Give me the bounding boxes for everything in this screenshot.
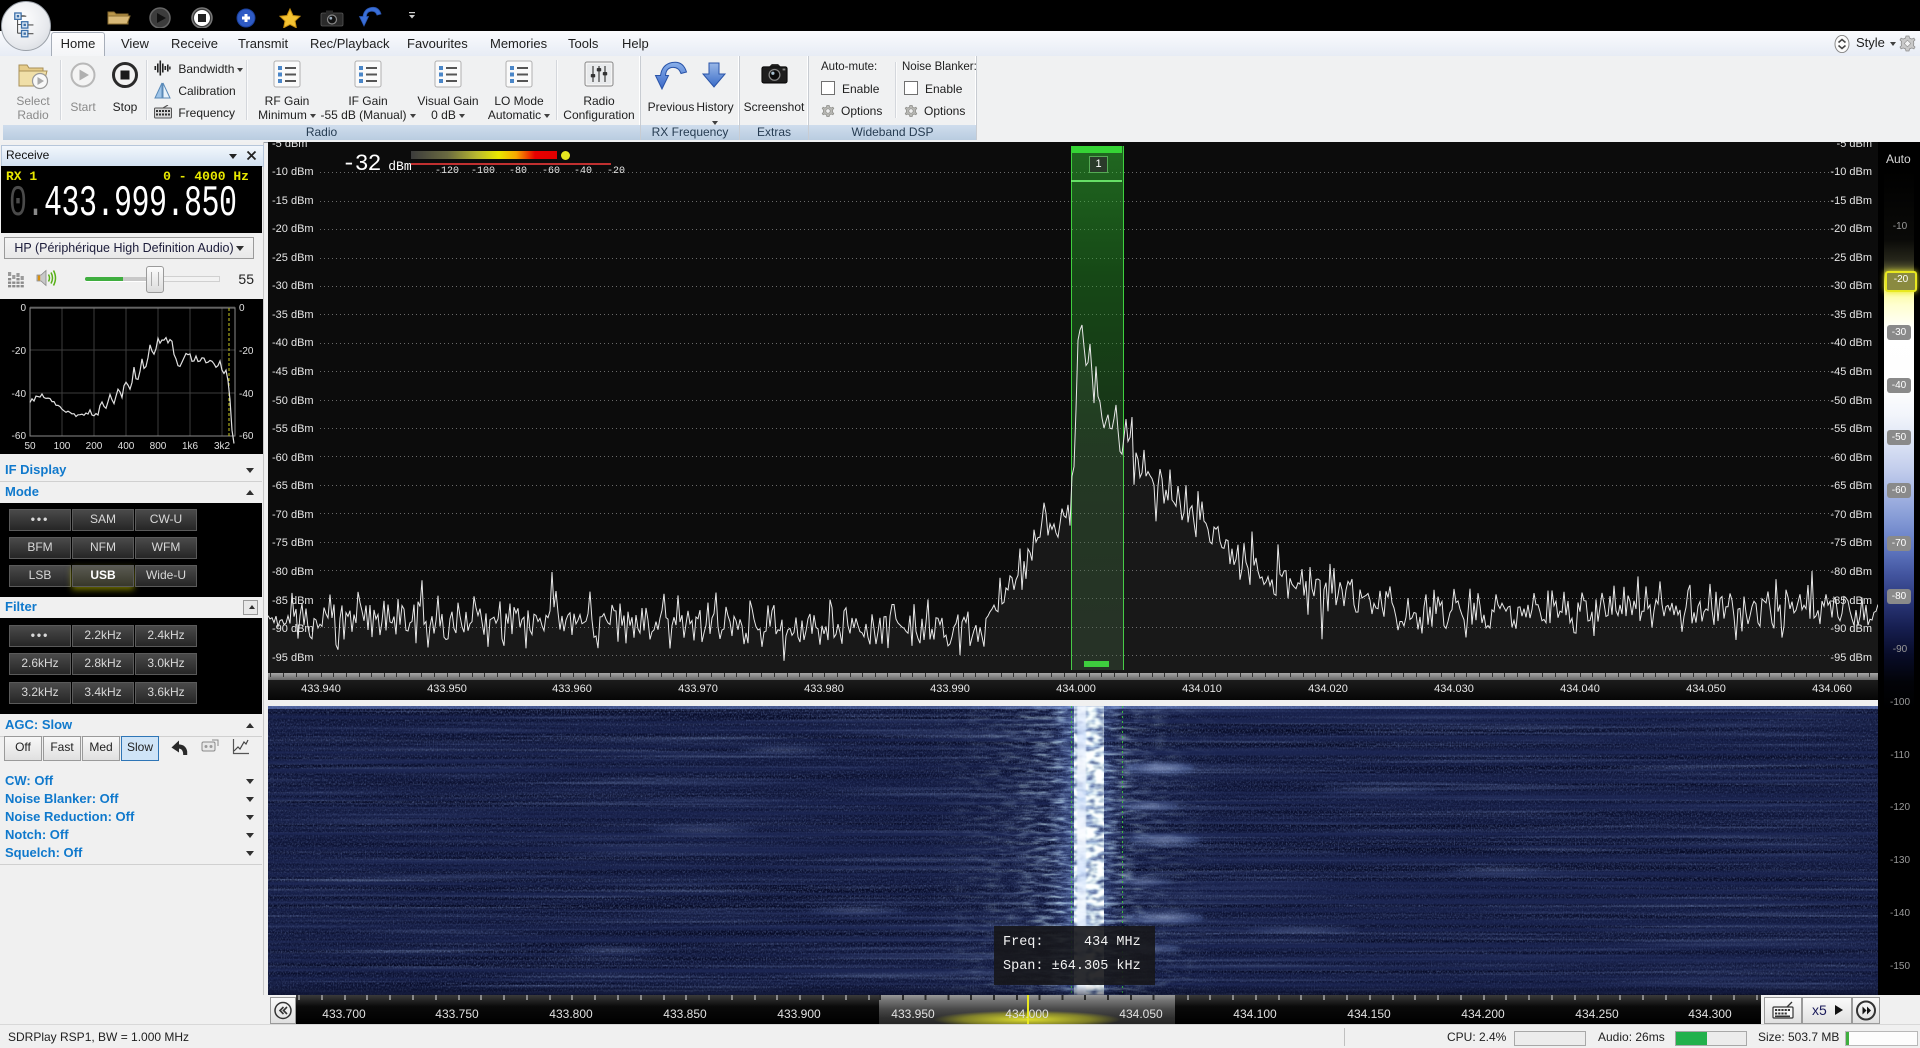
svg-text:100: 100: [54, 441, 71, 452]
svg-text:-20: -20: [239, 346, 254, 357]
svg-text:0: 0: [239, 303, 245, 314]
svg-text:-20: -20: [12, 346, 27, 357]
svg-text:-60: -60: [239, 431, 254, 442]
svg-text:3k2: 3k2: [214, 441, 231, 452]
svg-text:50: 50: [24, 441, 36, 452]
svg-text:1k6: 1k6: [182, 441, 199, 452]
svg-text:0: 0: [20, 303, 26, 314]
svg-text:400: 400: [118, 441, 135, 452]
svg-text:200: 200: [86, 441, 103, 452]
svg-text:-40: -40: [239, 389, 254, 400]
svg-text:800: 800: [150, 441, 167, 452]
svg-text:-40: -40: [12, 389, 27, 400]
